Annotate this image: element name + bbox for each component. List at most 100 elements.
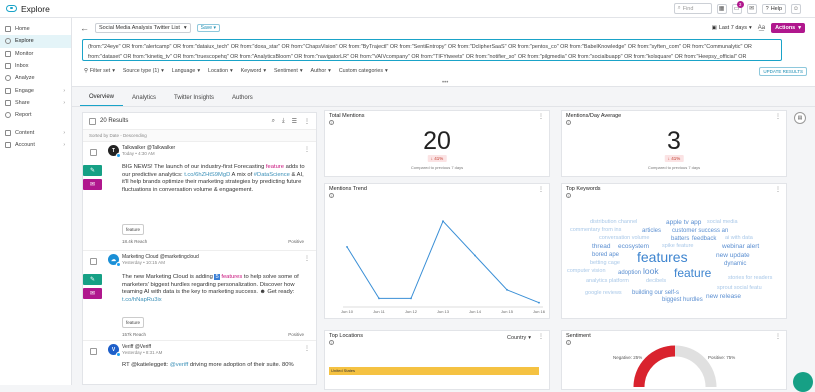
tab-twitter-insights[interactable]: Twitter Insights xyxy=(165,95,223,106)
result-post[interactable]: ✎ ✉ T Talkwalker @Talkwalker Today • 4:3… xyxy=(83,142,316,251)
filter-keyword[interactable]: Keyword ▾ xyxy=(241,68,266,74)
info-icon[interactable]: i xyxy=(566,193,571,198)
tab-analytics[interactable]: Analytics xyxy=(123,95,165,106)
trend-point[interactable] xyxy=(474,254,476,257)
user-menu-button[interactable]: ☺ xyxy=(791,3,801,14)
country-selector[interactable]: Country ▾ xyxy=(507,335,531,341)
more-options-icon[interactable]: ⋮ xyxy=(304,255,310,262)
card-menu-icon[interactable]: ⋮ xyxy=(538,113,544,120)
keyword-chip[interactable]: feature xyxy=(122,224,145,235)
select-all-checkbox[interactable] xyxy=(89,117,96,125)
chat-support-icon[interactable] xyxy=(793,372,813,392)
mail-button[interactable]: ✉ xyxy=(746,3,757,14)
post-link[interactable]: @veriff xyxy=(170,362,188,368)
sidebar-item-report[interactable]: Report xyxy=(0,109,71,121)
keyword-term[interactable]: computer vision xyxy=(567,268,606,275)
trend-point[interactable] xyxy=(538,301,540,304)
download-icon[interactable]: ⤓ xyxy=(282,118,285,125)
tab-authors[interactable]: Authors xyxy=(223,95,262,106)
view-options-icon[interactable]: ▤ xyxy=(794,112,806,124)
info-icon[interactable]: i xyxy=(566,120,571,125)
keyword-term[interactable]: ai with data xyxy=(725,235,753,242)
keyword-term[interactable]: building our self-s xyxy=(632,290,679,296)
post-link[interactable]: t.co/6hZHtS9MgD xyxy=(184,172,230,178)
trend-point[interactable] xyxy=(442,220,444,223)
avatar[interactable]: V xyxy=(108,344,121,357)
save-button[interactable]: Save ▾ xyxy=(196,24,220,32)
post-sentiment[interactable]: Positive xyxy=(288,332,304,337)
keyword-term[interactable]: feedback xyxy=(692,236,716,242)
filter-language[interactable]: Language ▾ xyxy=(172,68,200,74)
keyword-term[interactable]: stories for readers xyxy=(728,275,772,282)
search-input[interactable]: ⌕ Find xyxy=(673,3,712,14)
edit-button[interactable]: ✎ xyxy=(83,165,102,176)
translate-icon[interactable]: A͟a xyxy=(758,25,765,31)
keyword-term[interactable]: features xyxy=(637,250,688,264)
filter-source-type[interactable]: Source type (1) ▾ xyxy=(123,68,164,74)
info-icon[interactable]: i xyxy=(329,340,334,345)
sidebar-item-account[interactable]: Account › xyxy=(0,139,71,151)
trend-point[interactable] xyxy=(410,297,412,300)
notifications-button[interactable]: ▭ 3 xyxy=(731,0,744,14)
result-post[interactable]: V Veriff @Veriff Yesterday • 8:31 AM ⋮ R… xyxy=(83,341,316,381)
date-range-picker[interactable]: ▣ Last 7 days ▾ xyxy=(712,25,752,31)
avatar[interactable]: ☁ xyxy=(108,254,121,267)
location-bar[interactable]: United States xyxy=(329,367,539,375)
sidebar-item-explore[interactable]: Explore xyxy=(0,35,71,48)
keyword-term[interactable]: google reviews xyxy=(585,290,622,297)
card-menu-icon[interactable]: ⋮ xyxy=(775,186,781,193)
filter-filter-set[interactable]: ⚲ Filter set ▾ xyxy=(84,68,115,74)
back-arrow-icon[interactable]: ← xyxy=(80,23,89,33)
app-logo[interactable]: Explore xyxy=(6,4,50,14)
keyword-term[interactable]: feature xyxy=(674,267,711,279)
card-menu-icon[interactable]: ⋮ xyxy=(775,113,781,120)
keyword-term[interactable]: webinar alert xyxy=(722,243,759,251)
query-editor[interactable]: (from:"24eye" OR from:"alertcamp" OR fro… xyxy=(82,39,782,61)
keyword-term[interactable]: articles xyxy=(642,228,661,234)
keyword-term[interactable]: customer success an xyxy=(672,228,728,234)
sidebar-item-content[interactable]: Content › xyxy=(0,126,71,138)
keyword-term[interactable]: analytics platform xyxy=(586,278,629,285)
query-name-dropdown[interactable]: Social Media Analysis Twitter List ▾ xyxy=(95,23,191,33)
sidebar-item-inbox[interactable]: Inbox xyxy=(0,60,71,72)
email-button[interactable]: ✉ xyxy=(83,179,102,190)
keyword-term[interactable]: social media xyxy=(707,219,738,226)
sort-icon[interactable]: ☰ xyxy=(292,118,297,125)
sidebar-item-share[interactable]: Share › xyxy=(0,97,71,109)
keyword-term[interactable]: thread xyxy=(592,243,610,251)
sidebar-item-monitor[interactable]: Monitor xyxy=(0,48,71,60)
keyword-term[interactable]: decibels xyxy=(646,278,666,285)
keyword-term[interactable]: new release xyxy=(706,293,741,301)
keyword-term[interactable]: sprout social featu xyxy=(717,285,762,292)
keyword-term[interactable]: bored ape xyxy=(592,252,619,258)
filter-location[interactable]: Location ▾ xyxy=(208,68,233,74)
trend-point[interactable] xyxy=(378,297,380,300)
post-checkbox[interactable] xyxy=(90,258,97,265)
apps-grid-button[interactable]: ▦ xyxy=(716,3,727,14)
keyword-term[interactable]: dynamic xyxy=(724,261,746,267)
search-results-icon[interactable]: ⌕ xyxy=(272,118,275,125)
keyword-term[interactable]: biggest hurdles xyxy=(662,297,703,303)
keyword-term[interactable]: betting cage xyxy=(590,260,620,267)
more-options-icon[interactable]: ⋮ xyxy=(304,146,310,153)
keyword-term[interactable]: new update xyxy=(716,252,750,260)
trend-point[interactable] xyxy=(506,288,508,291)
trend-point[interactable] xyxy=(346,246,348,248)
sidebar-item-engage[interactable]: Engage › xyxy=(0,84,71,96)
keyword-term[interactable]: batters xyxy=(671,236,689,242)
more-options-icon[interactable]: ⋮ xyxy=(304,345,310,352)
tab-overview[interactable]: Overview xyxy=(80,94,124,106)
result-post[interactable]: ✎ ✉ ☁ Marketing Cloud @marketingcloud Ye… xyxy=(83,251,316,341)
keyword-term[interactable]: apple tv app xyxy=(666,219,701,227)
avatar[interactable]: T xyxy=(108,145,121,158)
update-results-button[interactable]: UPDATE RESULTS xyxy=(759,67,807,76)
edit-button[interactable]: ✎ xyxy=(83,274,102,285)
post-checkbox[interactable] xyxy=(90,149,97,156)
keyword-term[interactable]: distribution channel xyxy=(590,219,637,226)
filter-author[interactable]: Author ▾ xyxy=(311,68,331,74)
help-button[interactable]: ? Help xyxy=(761,3,786,14)
post-checkbox[interactable] xyxy=(90,348,97,355)
sidebar-item-home[interactable]: Home xyxy=(0,23,71,35)
filter-sentiment[interactable]: Sentiment ▾ xyxy=(274,68,303,74)
card-menu-icon[interactable]: ⋮ xyxy=(538,333,544,340)
